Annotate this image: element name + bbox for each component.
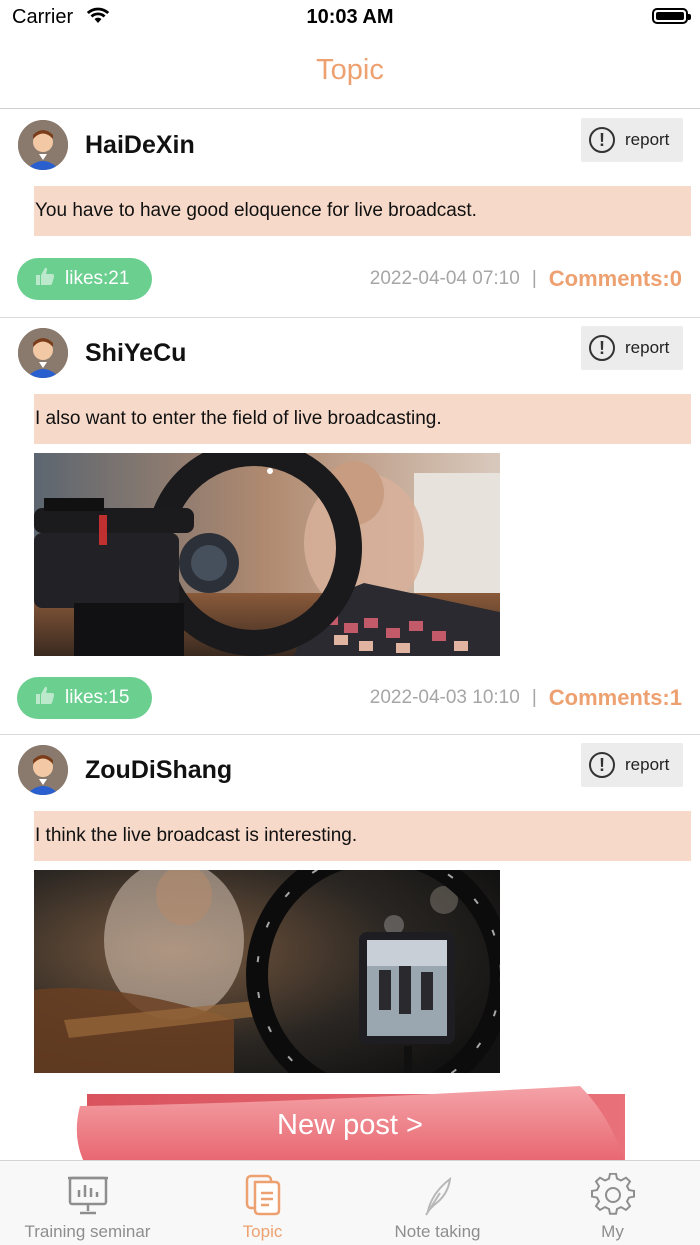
report-button[interactable]: ! report: [581, 118, 683, 162]
status-time: 10:03 AM: [306, 6, 394, 28]
post-content: I also want to enter the field of live b…: [34, 394, 691, 444]
tab-label: Topic: [242, 1222, 283, 1241]
thumbs-up-icon: [35, 266, 55, 292]
comments-link[interactable]: Comments:0: [549, 266, 682, 292]
new-post-label: New post >: [277, 1109, 423, 1141]
post-content: You have to have good eloquence for live…: [34, 186, 691, 236]
post-date: 2022-04-03 10:10: [369, 687, 520, 708]
likes-button[interactable]: likes:15: [17, 677, 152, 719]
post-image[interactable]: [34, 870, 500, 1073]
meta-separator: |: [531, 268, 537, 289]
report-button[interactable]: ! report: [581, 326, 683, 370]
avatar[interactable]: [18, 328, 68, 378]
post-text: I think the live broadcast is interestin…: [35, 825, 358, 846]
likes-button[interactable]: likes:21: [17, 258, 152, 300]
tab-label: Note taking: [394, 1222, 481, 1241]
avatar[interactable]: [18, 120, 68, 170]
new-post-button[interactable]: New post >: [70, 1086, 630, 1162]
thumbs-up-icon: [35, 685, 55, 711]
username[interactable]: HaiDeXin: [85, 131, 195, 160]
username[interactable]: ZouDiShang: [85, 756, 232, 785]
post-meta: 2022-04-04 07:10 | Comments:0: [370, 258, 682, 300]
tab-label: My: [601, 1222, 624, 1241]
page-title: Topic: [316, 54, 384, 86]
post-text: I also want to enter the field of live b…: [35, 408, 442, 429]
tab-training-seminar[interactable]: Training seminar: [0, 1161, 175, 1245]
post-meta: 2022-04-03 10:10 | Comments:1: [370, 677, 682, 719]
tab-my[interactable]: My: [525, 1161, 700, 1245]
status-bar: Carrier 10:03 AM: [0, 0, 700, 36]
post-content: I think the live broadcast is interestin…: [34, 811, 691, 861]
avatar[interactable]: [18, 745, 68, 795]
post-image[interactable]: [34, 453, 500, 656]
presentation-board-icon: [66, 1173, 110, 1217]
exclamation-circle-icon: !: [589, 127, 615, 153]
tab-label: Training seminar: [24, 1222, 151, 1241]
meta-separator: |: [531, 687, 537, 708]
tab-topic[interactable]: Topic: [175, 1161, 350, 1245]
battery-icon: [652, 8, 691, 24]
quill-icon: [416, 1173, 460, 1217]
document-icon: [241, 1173, 285, 1217]
exclamation-circle-icon: !: [589, 335, 615, 361]
comments-link[interactable]: Comments:1: [549, 685, 682, 711]
likes-count: likes:15: [65, 687, 130, 708]
username[interactable]: ShiYeCu: [85, 339, 186, 368]
exclamation-circle-icon: !: [589, 752, 615, 778]
gear-icon: [591, 1172, 635, 1217]
report-label: report: [625, 130, 670, 149]
post-card: ShiYeCu ! report I also want to enter th…: [0, 317, 700, 735]
post-text: You have to have good eloquence for live…: [35, 200, 477, 221]
post-date: 2022-04-04 07:10: [369, 268, 520, 289]
post-card: HaiDeXin ! report You have to have good …: [0, 109, 700, 318]
tab-note-taking[interactable]: Note taking: [350, 1161, 525, 1245]
navigation-bar: Topic: [0, 36, 700, 109]
report-label: report: [625, 338, 670, 357]
report-label: report: [625, 755, 670, 774]
likes-count: likes:21: [65, 268, 130, 289]
tab-bar: Training seminar Topic Note taking My: [0, 1160, 700, 1245]
report-button[interactable]: ! report: [581, 743, 683, 787]
